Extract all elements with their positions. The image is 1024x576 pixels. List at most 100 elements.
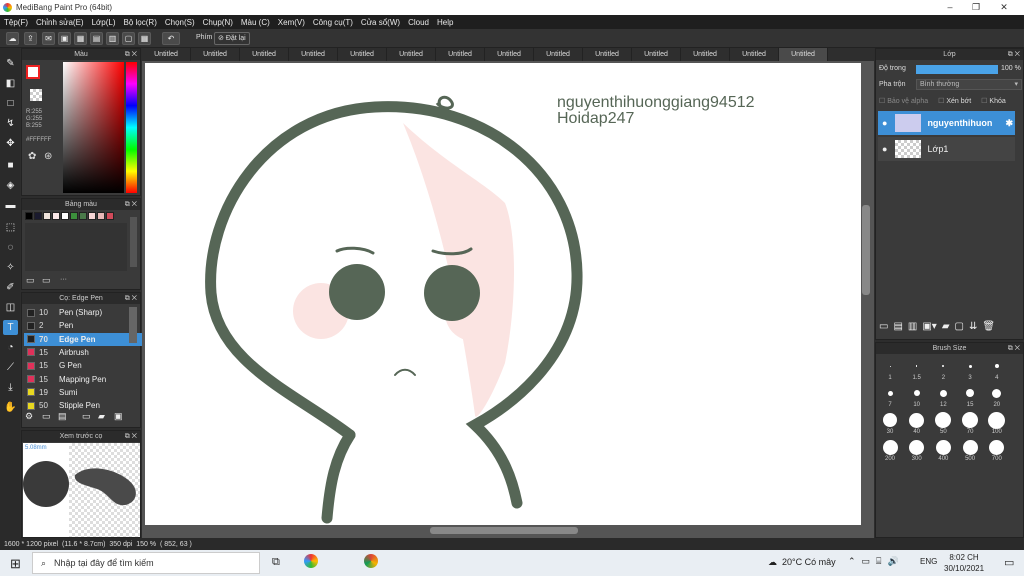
brush-size-option[interactable]: 700 (984, 437, 1010, 463)
brush-size-option[interactable]: 3 (957, 356, 983, 382)
brush-size-option[interactable]: 1 (877, 356, 903, 382)
balloon-tool-icon[interactable]: ◔ (3, 340, 18, 355)
minimize-button[interactable]: – (940, 2, 960, 13)
copy-brush-icon[interactable]: ▭ (82, 411, 91, 422)
palette-swatch[interactable] (43, 212, 51, 220)
fill-rect-tool-icon[interactable]: ■ (3, 158, 18, 173)
language-indicator[interactable]: ENG (920, 557, 937, 566)
panel-icon[interactable]: ▥ (106, 32, 119, 45)
brush-size-option[interactable]: 30 (877, 410, 903, 436)
new-layer-icon[interactable]: ▭ (879, 321, 888, 332)
merge-down-icon[interactable]: ⇊ (969, 321, 977, 332)
move-tool-icon[interactable]: ✥ (3, 136, 18, 151)
brush-scrollbar[interactable] (129, 307, 137, 343)
blend-select[interactable]: Bình thường ▾ (916, 79, 1022, 90)
tab-untitled[interactable]: Untitled (142, 48, 191, 61)
panel-close-icon[interactable]: ⧉ ✕ (1008, 49, 1020, 60)
visibility-eye-icon[interactable]: ● (882, 144, 887, 154)
palette-scrollbar[interactable] (130, 217, 137, 267)
tab-untitled[interactable]: Untitled (338, 48, 387, 61)
opacity-slider[interactable] (916, 65, 998, 74)
clock[interactable]: 8:02 CH 30/10/2021 (944, 552, 984, 574)
delete-layer-icon[interactable]: 🗑 (982, 321, 995, 332)
tab-untitled[interactable]: Untitled (240, 48, 289, 61)
palette-swatch[interactable] (61, 212, 69, 220)
select-eraser-icon[interactable]: ◫ (3, 300, 18, 315)
menu-file[interactable]: Tệp(F) (4, 18, 28, 27)
brush-settings-icon[interactable]: ⚙ (25, 411, 33, 422)
brush-size-option[interactable]: 70 (957, 410, 983, 436)
tab-untitled[interactable]: Untitled (289, 48, 338, 61)
brush-tool-icon[interactable]: ✎ (3, 56, 18, 71)
gradient-tool-icon[interactable]: ▬ (3, 198, 18, 213)
brush-size-option[interactable]: 12 (930, 383, 956, 409)
palette-swatch[interactable] (106, 212, 114, 220)
brush-size-option[interactable]: 300 (904, 437, 930, 463)
brush-item[interactable]: 15 Mapping Pen (24, 373, 142, 386)
menu-capture[interactable]: Chụp(N) (203, 18, 233, 27)
brush-item[interactable]: 10 Pen (Sharp) (24, 306, 142, 319)
gear-icon[interactable]: ✱ (1005, 118, 1013, 129)
medibang-taskbar-icon[interactable] (304, 554, 318, 568)
eyedropper-tool-icon[interactable]: ⤓ (3, 380, 18, 395)
menu-filter[interactable]: Bộ lọc(R) (124, 18, 157, 27)
brush-size-option[interactable]: 40 (904, 410, 930, 436)
brush-size-option[interactable]: 400 (930, 437, 956, 463)
tab-untitled[interactable]: Untitled (387, 48, 436, 61)
tray-icons[interactable]: ⌃▭⌸🔊 (848, 556, 905, 567)
cloud-icon[interactable]: ☁ (6, 32, 19, 45)
magic-wand-icon[interactable]: ✧ (3, 260, 18, 275)
layer-row-2[interactable]: ● Lớp1 (878, 137, 1015, 161)
palette-swatch[interactable] (79, 212, 87, 220)
background-color[interactable] (30, 89, 42, 101)
brush-item[interactable]: 15 Airbrush (24, 346, 142, 359)
horizontal-scrollbar[interactable] (430, 527, 578, 534)
tab-untitled[interactable]: Untitled (730, 48, 779, 61)
vertical-scrollbar[interactable] (862, 205, 870, 295)
window-icon[interactable]: ▢ (122, 32, 135, 45)
image-icon[interactable]: ▣ (58, 32, 71, 45)
palette-swatch[interactable] (88, 212, 96, 220)
new-8bit-layer-icon[interactable]: ▥ (908, 321, 917, 332)
eraser-tool-icon[interactable]: ◧ (3, 76, 18, 91)
layer-row-1[interactable]: ● nguyenthihuon ✱ (878, 111, 1015, 135)
color-picker-icon[interactable]: ⊛ (44, 151, 52, 162)
menu-window[interactable]: Cửa sổ(W) (361, 18, 400, 27)
tab-untitled[interactable]: Untitled (681, 48, 730, 61)
new-halftone-layer-icon[interactable]: ▤ (893, 321, 902, 332)
brush-menu-icon[interactable]: ▤ (58, 411, 67, 422)
foreground-color[interactable] (26, 65, 40, 79)
panel-close-icon[interactable]: ⧉ ✕ (125, 431, 137, 442)
duplicate-layer-icon[interactable]: ▢ (955, 321, 964, 332)
panel-close-icon[interactable]: ⧉ ✕ (125, 49, 137, 60)
duplicate-icon[interactable]: ▣ (114, 411, 123, 422)
drawing-canvas[interactable]: nguyenthihuonggiang94512 Hoidap247 (145, 63, 861, 525)
protect-alpha-checkbox[interactable]: ☐ Bảo vệ alpha (879, 97, 928, 105)
tab-untitled[interactable]: Untitled (191, 48, 240, 61)
menu-help[interactable]: Help (437, 18, 453, 27)
add-layer-menu-icon[interactable]: ▣▾ (922, 321, 936, 332)
brush-size-option[interactable]: 15 (957, 383, 983, 409)
weather[interactable]: 20°C Có mây (782, 557, 836, 567)
grid-alt-icon[interactable]: ▤ (90, 32, 103, 45)
brush-size-option[interactable]: 500 (957, 437, 983, 463)
brush-size-option[interactable]: 1.5 (904, 356, 930, 382)
brush-item[interactable]: 15 G Pen (24, 359, 142, 372)
saturation-value-picker[interactable] (63, 62, 124, 193)
menu-color[interactable]: Màu (C) (241, 18, 270, 27)
palette-more[interactable]: ··· (60, 276, 67, 283)
reset-button[interactable]: ⊘ Đặt lại (214, 32, 250, 45)
chrome-taskbar-icon[interactable] (364, 554, 378, 568)
delete-palette-icon[interactable]: ▭ (42, 275, 51, 286)
brush-size-option[interactable]: 200 (877, 437, 903, 463)
hand-tool-icon[interactable]: ✋ (3, 400, 18, 415)
tab-untitled[interactable]: Untitled (436, 48, 485, 61)
rect-tool-icon[interactable]: □ (3, 96, 18, 111)
folder-icon[interactable]: ▰ (942, 321, 950, 332)
menu-cloud[interactable]: Cloud (408, 18, 429, 27)
restore-button[interactable]: ❐ (966, 2, 986, 13)
new-palette-icon[interactable]: ▭ (26, 275, 35, 286)
menu-tools[interactable]: Công cụ(T) (313, 18, 353, 27)
upload-icon[interactable]: ⇪ (24, 32, 37, 45)
menu-select[interactable]: Chọn(S) (165, 18, 195, 27)
